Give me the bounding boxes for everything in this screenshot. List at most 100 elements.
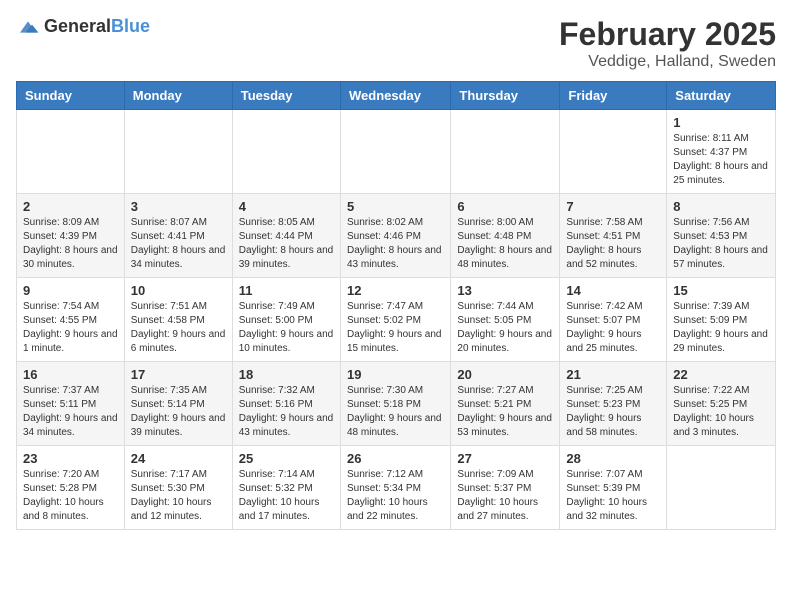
table-row: 5 Sunrise: 8:02 AMSunset: 4:46 PMDaylight… (340, 194, 450, 278)
day-info: Sunrise: 7:07 AMSunset: 5:39 PMDaylight:… (566, 468, 660, 524)
title-block: February 2025 Veddige, Halland, Sweden (559, 16, 776, 71)
table-row: 2 Sunrise: 8:09 AMSunset: 4:39 PMDaylight… (17, 194, 125, 278)
table-row: 12 Sunrise: 7:47 AMSunset: 5:02 PMDayligh… (340, 278, 450, 362)
calendar-week-row: 23 Sunrise: 7:20 AMSunset: 5:28 PMDayligh… (17, 446, 776, 530)
day-number: 22 (673, 367, 769, 382)
location-title: Veddige, Halland, Sweden (559, 53, 776, 71)
calendar-week-row: 16 Sunrise: 7:37 AMSunset: 5:11 PMDayligh… (17, 362, 776, 446)
table-row: 8 Sunrise: 7:56 AMSunset: 4:53 PMDaylight… (667, 194, 776, 278)
col-thursday: Thursday (451, 82, 560, 110)
table-row: 27 Sunrise: 7:09 AMSunset: 5:37 PMDayligh… (451, 446, 560, 530)
table-row: 23 Sunrise: 7:20 AMSunset: 5:28 PMDayligh… (17, 446, 125, 530)
calendar-table: Sunday Monday Tuesday Wednesday Thursday… (16, 81, 776, 530)
day-number: 15 (673, 283, 769, 298)
day-info: Sunrise: 7:20 AMSunset: 5:28 PMDaylight:… (23, 468, 118, 524)
logo-text: GeneralBlue (44, 16, 150, 37)
day-number: 23 (23, 451, 118, 466)
logo-blue: Blue (111, 16, 150, 36)
col-wednesday: Wednesday (340, 82, 450, 110)
col-friday: Friday (560, 82, 667, 110)
day-info: Sunrise: 7:35 AMSunset: 5:14 PMDaylight:… (131, 384, 226, 440)
col-sunday: Sunday (17, 82, 125, 110)
col-tuesday: Tuesday (232, 82, 340, 110)
table-row: 20Sunrise: 7:27 AMSunset: 5:21 PMDayligh… (451, 362, 560, 446)
table-row: 3 Sunrise: 8:07 AMSunset: 4:41 PMDaylight… (124, 194, 232, 278)
day-info: Sunrise: 7:47 AMSunset: 5:02 PMDaylight:… (347, 300, 444, 356)
table-row: 13Sunrise: 7:44 AMSunset: 5:05 PMDayligh… (451, 278, 560, 362)
day-info: Sunrise: 8:02 AMSunset: 4:46 PMDaylight:… (347, 216, 444, 272)
table-row: 22 Sunrise: 7:22 AMSunset: 5:25 PMDayligh… (667, 362, 776, 446)
table-row: 6 Sunrise: 8:00 AMSunset: 4:48 PMDaylight… (451, 194, 560, 278)
table-row: 26 Sunrise: 7:12 AMSunset: 5:34 PMDayligh… (340, 446, 450, 530)
table-row: 14Sunrise: 7:42 AMSunset: 5:07 PMDayligh… (560, 278, 667, 362)
day-number: 2 (23, 199, 118, 214)
logo-icon (16, 18, 40, 36)
day-info: Sunrise: 8:00 AMSunset: 4:48 PMDaylight:… (457, 216, 553, 272)
table-row (340, 110, 450, 194)
day-info: Sunrise: 7:17 AMSunset: 5:30 PMDaylight:… (131, 468, 226, 524)
day-info: Sunrise: 8:07 AMSunset: 4:41 PMDaylight:… (131, 216, 226, 272)
day-number: 6 (457, 199, 553, 214)
month-title: February 2025 (559, 16, 776, 53)
day-number: 5 (347, 199, 444, 214)
day-number: 7 (566, 199, 660, 214)
table-row: 11 Sunrise: 7:49 AMSunset: 5:00 PMDayligh… (232, 278, 340, 362)
table-row: 1Sunrise: 8:11 AMSunset: 4:37 PMDaylight… (667, 110, 776, 194)
table-row: 25 Sunrise: 7:14 AMSunset: 5:32 PMDayligh… (232, 446, 340, 530)
table-row: 7Sunrise: 7:58 AMSunset: 4:51 PMDaylight… (560, 194, 667, 278)
day-number: 9 (23, 283, 118, 298)
calendar-week-row: 9 Sunrise: 7:54 AMSunset: 4:55 PMDaylight… (17, 278, 776, 362)
table-row: 17 Sunrise: 7:35 AMSunset: 5:14 PMDayligh… (124, 362, 232, 446)
day-number: 27 (457, 451, 553, 466)
day-number: 14 (566, 283, 660, 298)
logo-general: General (44, 16, 111, 36)
day-info: Sunrise: 7:37 AMSunset: 5:11 PMDaylight:… (23, 384, 118, 440)
day-info: Sunrise: 8:09 AMSunset: 4:39 PMDaylight:… (23, 216, 118, 272)
day-info: Sunrise: 7:27 AMSunset: 5:21 PMDaylight:… (457, 384, 553, 440)
day-info: Sunrise: 7:51 AMSunset: 4:58 PMDaylight:… (131, 300, 226, 356)
day-number: 12 (347, 283, 444, 298)
day-number: 13 (457, 283, 553, 298)
day-info: Sunrise: 7:25 AMSunset: 5:23 PMDaylight:… (566, 384, 660, 440)
calendar-week-row: 2 Sunrise: 8:09 AMSunset: 4:39 PMDaylight… (17, 194, 776, 278)
day-info: Sunrise: 7:22 AMSunset: 5:25 PMDaylight:… (673, 384, 769, 440)
table-row: 9 Sunrise: 7:54 AMSunset: 4:55 PMDaylight… (17, 278, 125, 362)
day-number: 17 (131, 367, 226, 382)
calendar-header-row: Sunday Monday Tuesday Wednesday Thursday… (17, 82, 776, 110)
col-saturday: Saturday (667, 82, 776, 110)
page-header: GeneralBlue February 2025 Veddige, Halla… (16, 16, 776, 71)
day-info: Sunrise: 8:05 AMSunset: 4:44 PMDaylight:… (239, 216, 334, 272)
day-info: Sunrise: 7:32 AMSunset: 5:16 PMDaylight:… (239, 384, 334, 440)
day-info: Sunrise: 7:54 AMSunset: 4:55 PMDaylight:… (23, 300, 118, 356)
day-info: Sunrise: 7:49 AMSunset: 5:00 PMDaylight:… (239, 300, 334, 356)
table-row: 4 Sunrise: 8:05 AMSunset: 4:44 PMDaylight… (232, 194, 340, 278)
day-number: 4 (239, 199, 334, 214)
table-row: 19Sunrise: 7:30 AMSunset: 5:18 PMDayligh… (340, 362, 450, 446)
table-row (560, 110, 667, 194)
day-info: Sunrise: 7:09 AMSunset: 5:37 PMDaylight:… (457, 468, 553, 524)
day-number: 10 (131, 283, 226, 298)
day-number: 25 (239, 451, 334, 466)
day-number: 16 (23, 367, 118, 382)
table-row (451, 110, 560, 194)
table-row: 28Sunrise: 7:07 AMSunset: 5:39 PMDayligh… (560, 446, 667, 530)
day-info: Sunrise: 7:12 AMSunset: 5:34 PMDaylight:… (347, 468, 444, 524)
calendar-week-row: 1Sunrise: 8:11 AMSunset: 4:37 PMDaylight… (17, 110, 776, 194)
col-monday: Monday (124, 82, 232, 110)
day-number: 1 (673, 115, 769, 130)
day-info: Sunrise: 7:30 AMSunset: 5:18 PMDaylight:… (347, 384, 444, 440)
day-number: 11 (239, 283, 334, 298)
table-row: 24Sunrise: 7:17 AMSunset: 5:30 PMDayligh… (124, 446, 232, 530)
table-row (124, 110, 232, 194)
table-row: 15 Sunrise: 7:39 AMSunset: 5:09 PMDayligh… (667, 278, 776, 362)
logo: GeneralBlue (16, 16, 150, 37)
day-number: 8 (673, 199, 769, 214)
table-row: 21Sunrise: 7:25 AMSunset: 5:23 PMDayligh… (560, 362, 667, 446)
day-number: 3 (131, 199, 226, 214)
day-number: 26 (347, 451, 444, 466)
table-row (17, 110, 125, 194)
day-info: Sunrise: 7:14 AMSunset: 5:32 PMDaylight:… (239, 468, 334, 524)
table-row: 10 Sunrise: 7:51 AMSunset: 4:58 PMDayligh… (124, 278, 232, 362)
day-info: Sunrise: 7:39 AMSunset: 5:09 PMDaylight:… (673, 300, 769, 356)
day-info: Sunrise: 7:56 AMSunset: 4:53 PMDaylight:… (673, 216, 769, 272)
